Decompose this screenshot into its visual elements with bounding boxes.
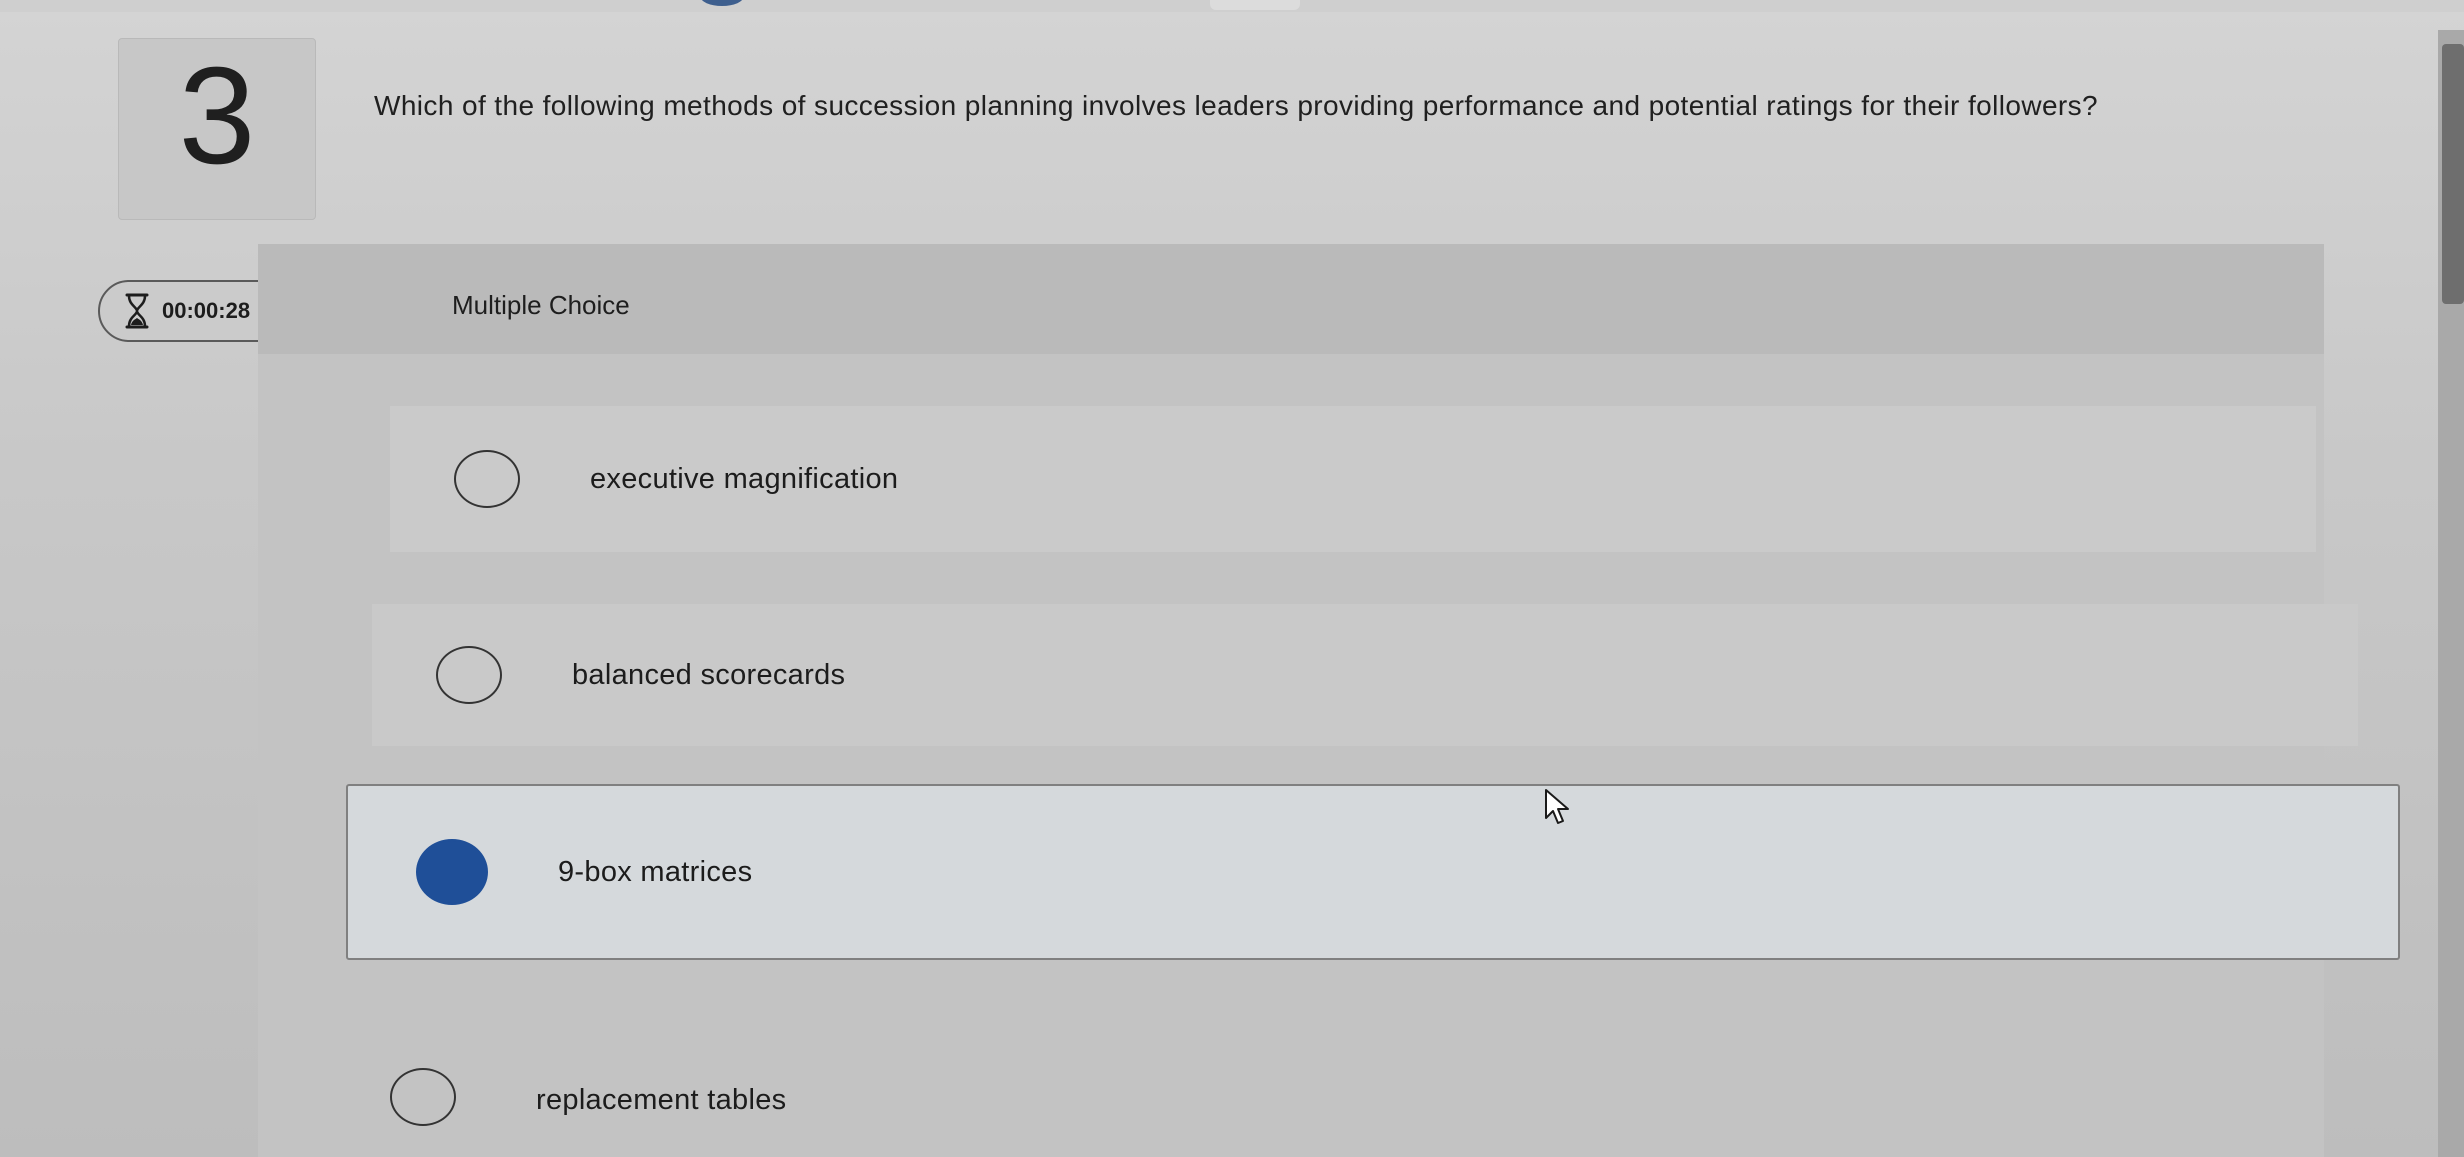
question-type-label: Multiple Choice bbox=[452, 290, 630, 320]
answer-option-label: replacement tables bbox=[536, 1084, 787, 1116]
radio-button[interactable] bbox=[454, 450, 520, 508]
scrollbar-thumb[interactable] bbox=[2442, 44, 2464, 304]
multiple-choice-header: Multiple Choice bbox=[258, 244, 2324, 354]
answer-option-replacement-tables[interactable]: replacement tables bbox=[320, 1050, 2360, 1157]
top-tab[interactable] bbox=[1210, 0, 1300, 10]
radio-button[interactable] bbox=[390, 1068, 456, 1126]
question-number: 3 bbox=[178, 39, 256, 193]
answer-option-label: executive magnification bbox=[590, 462, 899, 495]
answer-option-executive-magnification[interactable]: executive magnification bbox=[390, 406, 2316, 552]
mouse-cursor-icon bbox=[1545, 789, 1569, 824]
answer-option-label: 9-box matrices bbox=[558, 855, 753, 888]
answer-option-balanced-scorecards[interactable]: balanced scorecards bbox=[372, 604, 2358, 746]
hourglass-icon bbox=[124, 292, 150, 330]
quiz-screen: 3 Which of the following methods of succ… bbox=[0, 0, 2464, 1157]
answer-option-label: balanced scorecards bbox=[572, 658, 846, 691]
radio-button[interactable] bbox=[436, 646, 502, 704]
radio-button-selected[interactable] bbox=[416, 839, 488, 905]
question-number-box: 3 bbox=[118, 38, 316, 220]
question-text: Which of the following methods of succes… bbox=[374, 90, 2099, 121]
timer-value: 00:00:28 bbox=[162, 298, 251, 323]
answer-option-9-box-matrices[interactable]: 9-box matrices bbox=[346, 784, 2400, 960]
